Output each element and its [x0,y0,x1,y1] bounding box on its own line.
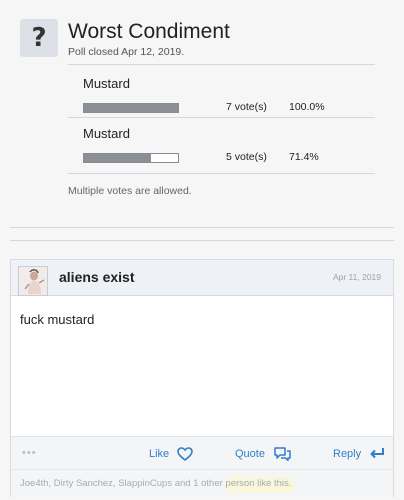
avatar-image [19,267,47,295]
post-username[interactable]: aliens exist [59,269,135,285]
poll-option-label: Mustard [83,126,130,141]
quote-label: Quote [235,447,265,460]
poll-option-label: Mustard [83,76,130,91]
poll-status: Poll closed Apr 12, 2019. [68,46,185,58]
reply-arrow-icon [370,448,385,459]
quote-bubble-icon [274,447,291,461]
post-likes: Joe4th, Dirty Sanchez, SlappinCups and 1… [11,469,393,497]
poll-option-votes: 7 vote(s) [226,101,267,113]
likes-text[interactable]: Joe4th, Dirty Sanchez, SlappinCups and 1… [20,478,291,489]
poll-option-bar-fill [84,104,178,112]
reply-button[interactable]: Reply [333,437,385,470]
avatar[interactable] [18,266,48,296]
quote-button[interactable]: Quote [235,437,292,470]
reply-label: Reply [333,447,362,460]
section-divider [10,240,394,241]
poll-title: Worst Condiment [68,20,230,43]
poll-divider-bottom [68,173,375,174]
poll-option-bar [83,153,179,163]
poll-option-percent: 100.0% [289,101,325,113]
post: aliens exist Apr 11, 2019 fuck mustard •… [10,259,394,497]
more-options-icon[interactable]: ••• [22,447,37,459]
poll-option-bar [83,103,179,113]
poll-multiple-note: Multiple votes are allowed. [68,185,192,197]
post-date[interactable]: Apr 11, 2019 [333,272,381,282]
poll-option-percent: 71.4% [289,151,319,163]
heart-icon [177,446,193,461]
poll-divider-top [68,64,375,65]
post-header: aliens exist Apr 11, 2019 [11,260,393,296]
poll-option-votes: 5 vote(s) [226,151,267,163]
section-divider [10,227,394,228]
poll-question-icon: ? [20,19,58,57]
poll-option-bar-fill [84,154,152,162]
poll-option-divider [68,117,375,118]
like-button[interactable]: Like [149,437,193,470]
post-body: fuck mustard [20,312,95,327]
like-label: Like [149,447,170,460]
post-actions: ••• Like Quote Reply [11,436,393,470]
